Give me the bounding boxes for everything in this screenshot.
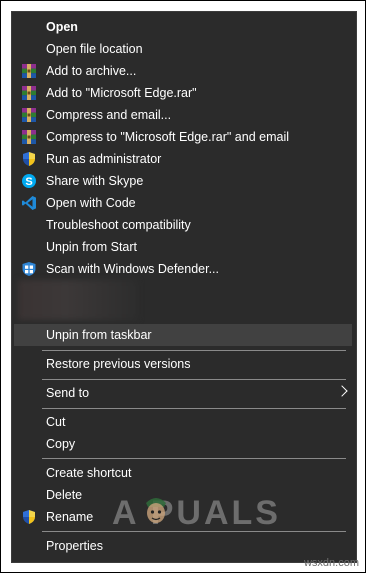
menu-item-share-with-skype[interactable]: S Share with Skype (12, 170, 356, 192)
menu-item-add-to-archive[interactable]: Add to archive... (12, 60, 356, 82)
menu-item-unpin-from-taskbar[interactable]: Unpin from taskbar (14, 324, 352, 346)
menu-item-label: Cut (46, 411, 65, 433)
menu-item-label: Add to "Microsoft Edge.rar" (46, 82, 197, 104)
menu-item-label: Properties (46, 535, 103, 557)
menu-item-label: Rename (46, 506, 93, 528)
menu-item-create-shortcut[interactable]: Create shortcut (12, 462, 356, 484)
uac-shield-icon (21, 509, 37, 525)
menu-item-label: Scan with Windows Defender... (46, 258, 219, 280)
winrar-icon (21, 129, 37, 145)
vscode-icon (21, 195, 37, 211)
uac-shield-icon (21, 151, 37, 167)
winrar-icon (21, 107, 37, 123)
menu-item-label: Open (46, 16, 78, 38)
menu-item-troubleshoot-compatibility[interactable]: Troubleshoot compatibility (12, 214, 356, 236)
menu-item-label: Open file location (46, 38, 143, 60)
menu-separator (42, 458, 346, 459)
menu-item-label: Unpin from taskbar (46, 324, 152, 346)
menu-item-add-to-rar[interactable]: Add to "Microsoft Edge.rar" (12, 82, 356, 104)
menu-item-label: Send to (46, 382, 89, 404)
menu-item-compress-to-rar-and-email[interactable]: Compress to "Microsoft Edge.rar" and ema… (12, 126, 356, 148)
menu-item-label: Share with Skype (46, 170, 143, 192)
menu-item-label: Open with Code (46, 192, 136, 214)
svg-text:S: S (25, 176, 32, 188)
site-watermark: wsxdn.com (304, 557, 359, 569)
chevron-right-icon (336, 385, 347, 396)
menu-separator (42, 350, 346, 351)
menu-item-label: Run as administrator (46, 148, 161, 170)
menu-item-label: Create shortcut (46, 462, 131, 484)
menu-item-label: Compress and email... (46, 104, 171, 126)
menu-item-label: Unpin from Start (46, 236, 137, 258)
menu-item-send-to[interactable]: Send to (12, 382, 356, 404)
menu-item-label: Troubleshoot compatibility (46, 214, 191, 236)
menu-item-open-file-location[interactable]: Open file location (12, 38, 356, 60)
menu-item-run-as-administrator[interactable]: Run as administrator (12, 148, 356, 170)
menu-item-open[interactable]: Open (12, 16, 356, 38)
menu-item-label: Copy (46, 433, 75, 455)
blurred-region (18, 280, 138, 320)
menu-item-cut[interactable]: Cut (12, 411, 356, 433)
menu-item-label: Add to archive... (46, 60, 136, 82)
menu-item-label: Restore previous versions (46, 353, 191, 375)
menu-separator (42, 379, 346, 380)
menu-item-label: Compress to "Microsoft Edge.rar" and ema… (46, 126, 289, 148)
menu-separator (42, 408, 346, 409)
windows-defender-icon (21, 261, 37, 277)
context-menu: Open Open file location Add to archive..… (11, 11, 357, 563)
watermark-text: A PUALS (112, 494, 281, 533)
menu-item-compress-and-email[interactable]: Compress and email... (12, 104, 356, 126)
winrar-icon (21, 85, 37, 101)
menu-item-scan-with-windows-defender[interactable]: Scan with Windows Defender... (12, 258, 356, 280)
menu-item-unpin-from-start[interactable]: Unpin from Start (12, 236, 356, 258)
menu-item-copy[interactable]: Copy (12, 433, 356, 455)
menu-item-properties[interactable]: Properties (12, 535, 356, 557)
screenshot-frame: Open Open file location Add to archive..… (0, 0, 366, 573)
menu-item-label: Delete (46, 484, 82, 506)
winrar-icon (21, 63, 37, 79)
menu-item-restore-previous-versions[interactable]: Restore previous versions (12, 353, 356, 375)
skype-icon: S (21, 173, 37, 189)
watermark-mascot-icon (141, 495, 171, 527)
menu-item-open-with-code[interactable]: Open with Code (12, 192, 356, 214)
